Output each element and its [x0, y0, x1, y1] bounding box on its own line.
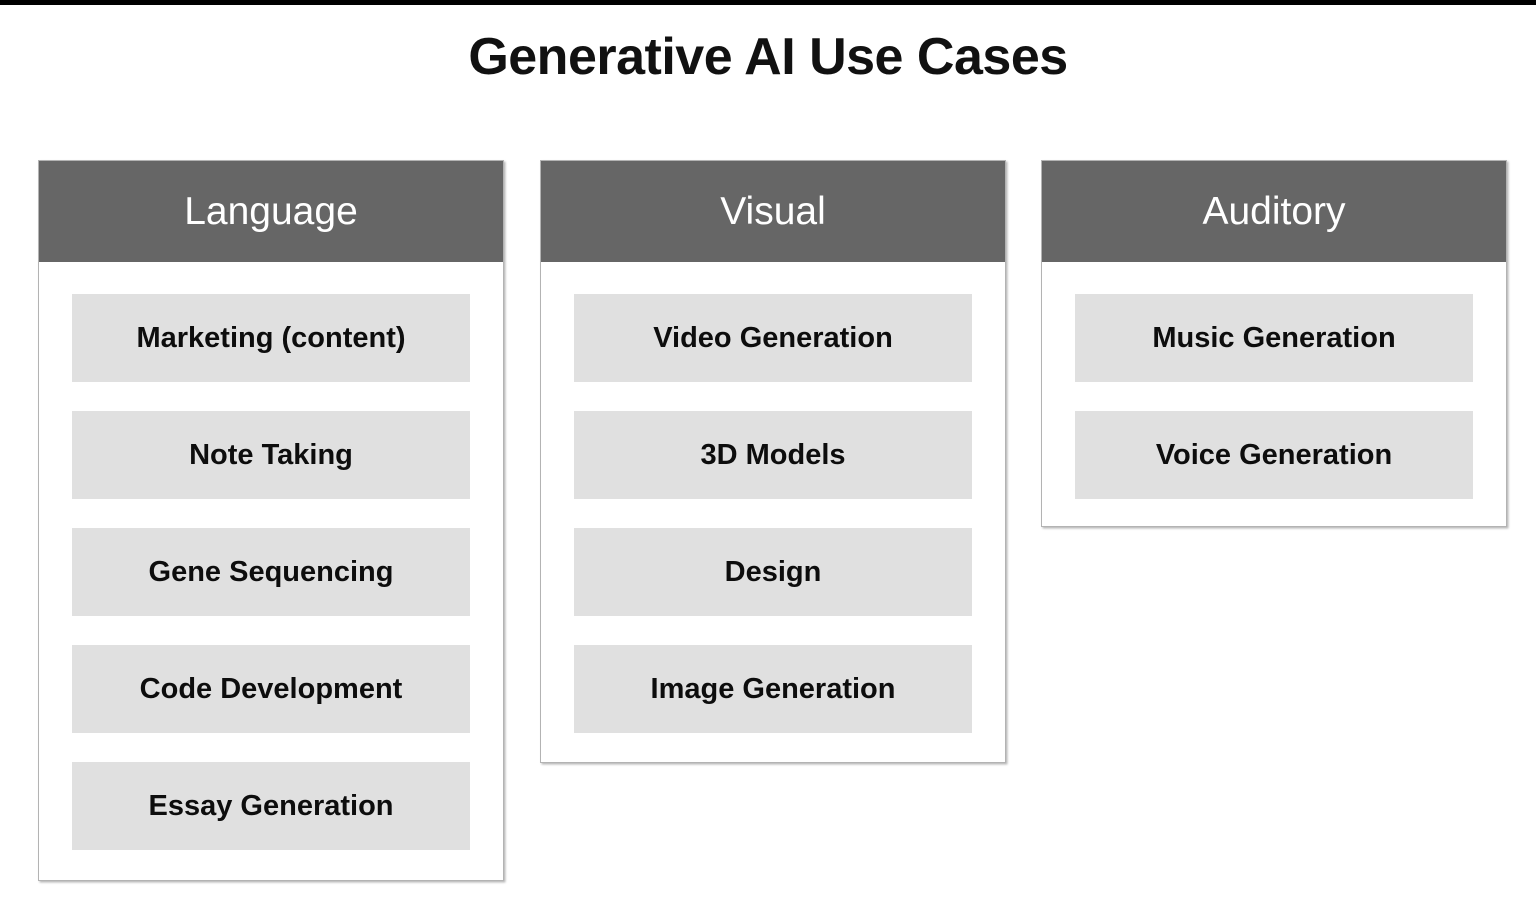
category-header-language: Language [39, 161, 503, 262]
category-card-visual: Visual Video Generation 3D Models Design… [540, 160, 1006, 763]
use-case-item[interactable]: Note Taking [72, 411, 470, 499]
category-card-auditory: Auditory Music Generation Voice Generati… [1041, 160, 1507, 527]
page-title: Generative AI Use Cases [468, 28, 1068, 86]
use-case-item[interactable]: Gene Sequencing [72, 528, 470, 616]
category-card-language: Language Marketing (content) Note Taking… [38, 160, 504, 881]
category-header-auditory: Auditory [1042, 161, 1506, 262]
use-case-item[interactable]: Code Development [72, 645, 470, 733]
top-black-bar [0, 0, 1536, 5]
use-case-item[interactable]: Music Generation [1075, 294, 1473, 382]
use-case-item[interactable]: Image Generation [574, 645, 972, 733]
category-items-auditory: Music Generation Voice Generation [1042, 262, 1506, 499]
category-items-visual: Video Generation 3D Models Design Image … [541, 262, 1005, 733]
slide-canvas: Generative AI Use Cases Language Marketi… [0, 0, 1536, 922]
use-case-item[interactable]: Video Generation [574, 294, 972, 382]
use-case-item[interactable]: Design [574, 528, 972, 616]
use-case-item[interactable]: Marketing (content) [72, 294, 470, 382]
use-case-item[interactable]: Voice Generation [1075, 411, 1473, 499]
category-items-language: Marketing (content) Note Taking Gene Seq… [39, 262, 503, 850]
use-case-item[interactable]: Essay Generation [72, 762, 470, 850]
use-case-item[interactable]: 3D Models [574, 411, 972, 499]
category-header-visual: Visual [541, 161, 1005, 262]
